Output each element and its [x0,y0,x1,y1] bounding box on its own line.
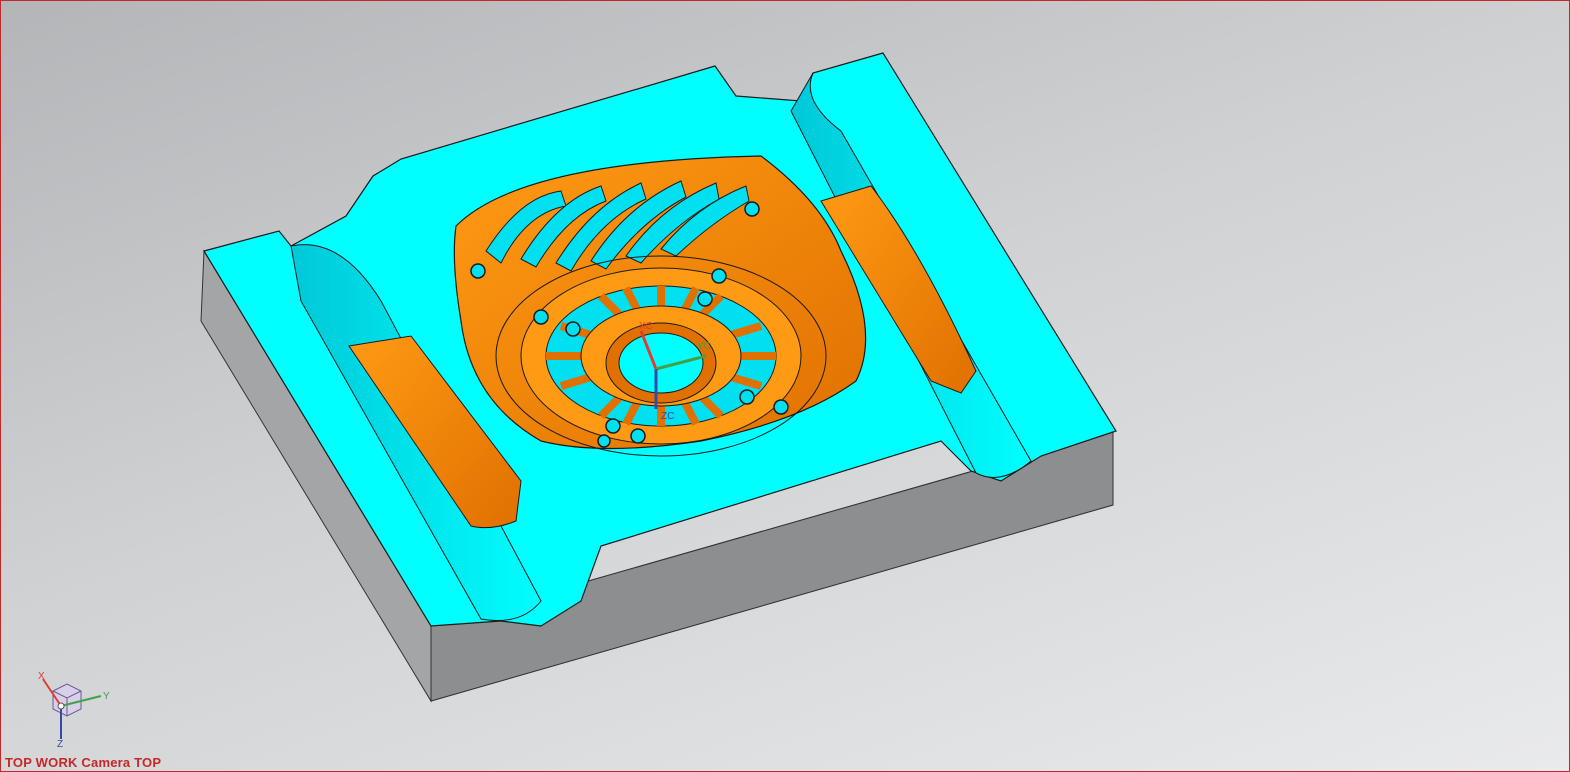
work-csys-x-label: XC [639,321,653,332]
triad-x-label: X [38,671,45,682]
view-name-label: TOP WORK Camera TOP [5,755,162,770]
graphics-viewport[interactable]: XC YC ZC X Y Z TOP WORK Camera TOP [0,0,1570,772]
work-csys-y-label: YC [697,341,711,352]
part-model[interactable]: XC YC ZC X Y Z [1,1,1570,772]
work-csys-z-label: ZC [661,411,674,422]
orientation-triad-icon[interactable]: X Y Z [38,671,110,750]
triad-y-label: Y [103,691,110,702]
triad-z-label: Z [57,739,63,750]
